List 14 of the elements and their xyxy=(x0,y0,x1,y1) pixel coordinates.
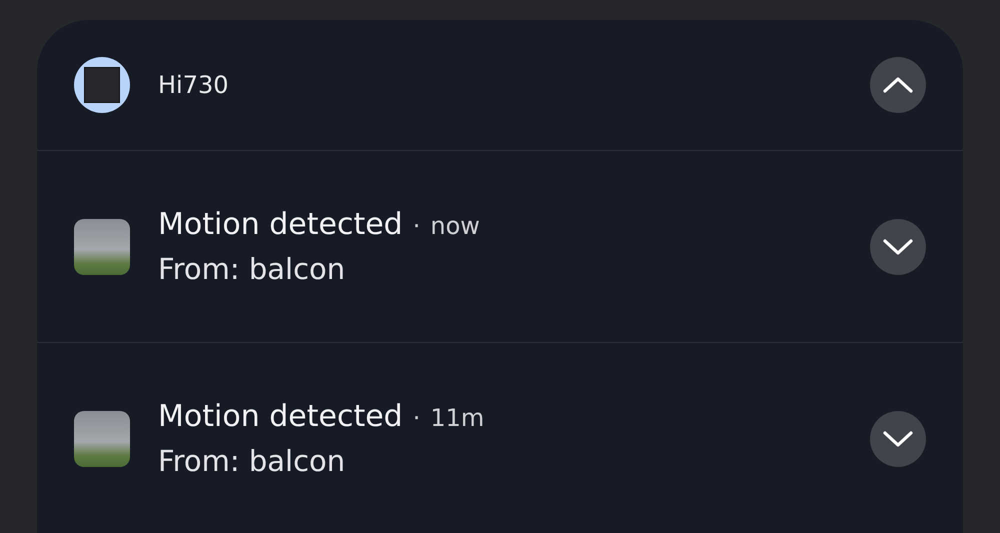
photo-placeholder xyxy=(74,410,130,466)
notification-body: From: balcon xyxy=(158,252,346,286)
notification-time: now xyxy=(430,212,480,240)
separator-dot: · xyxy=(412,212,420,240)
separator-dot: · xyxy=(412,404,420,432)
app-name: Hi730 xyxy=(158,71,230,99)
notification-title: Motion detected xyxy=(158,207,403,242)
notification-title: Motion detected xyxy=(158,399,403,434)
photo-placeholder xyxy=(74,218,130,274)
chevron-icon xyxy=(882,236,914,256)
chevron-icon xyxy=(882,428,914,448)
notification-time: 11m xyxy=(430,404,484,432)
notification-body: From: balcon xyxy=(158,444,346,478)
chevron-icon xyxy=(882,75,914,95)
